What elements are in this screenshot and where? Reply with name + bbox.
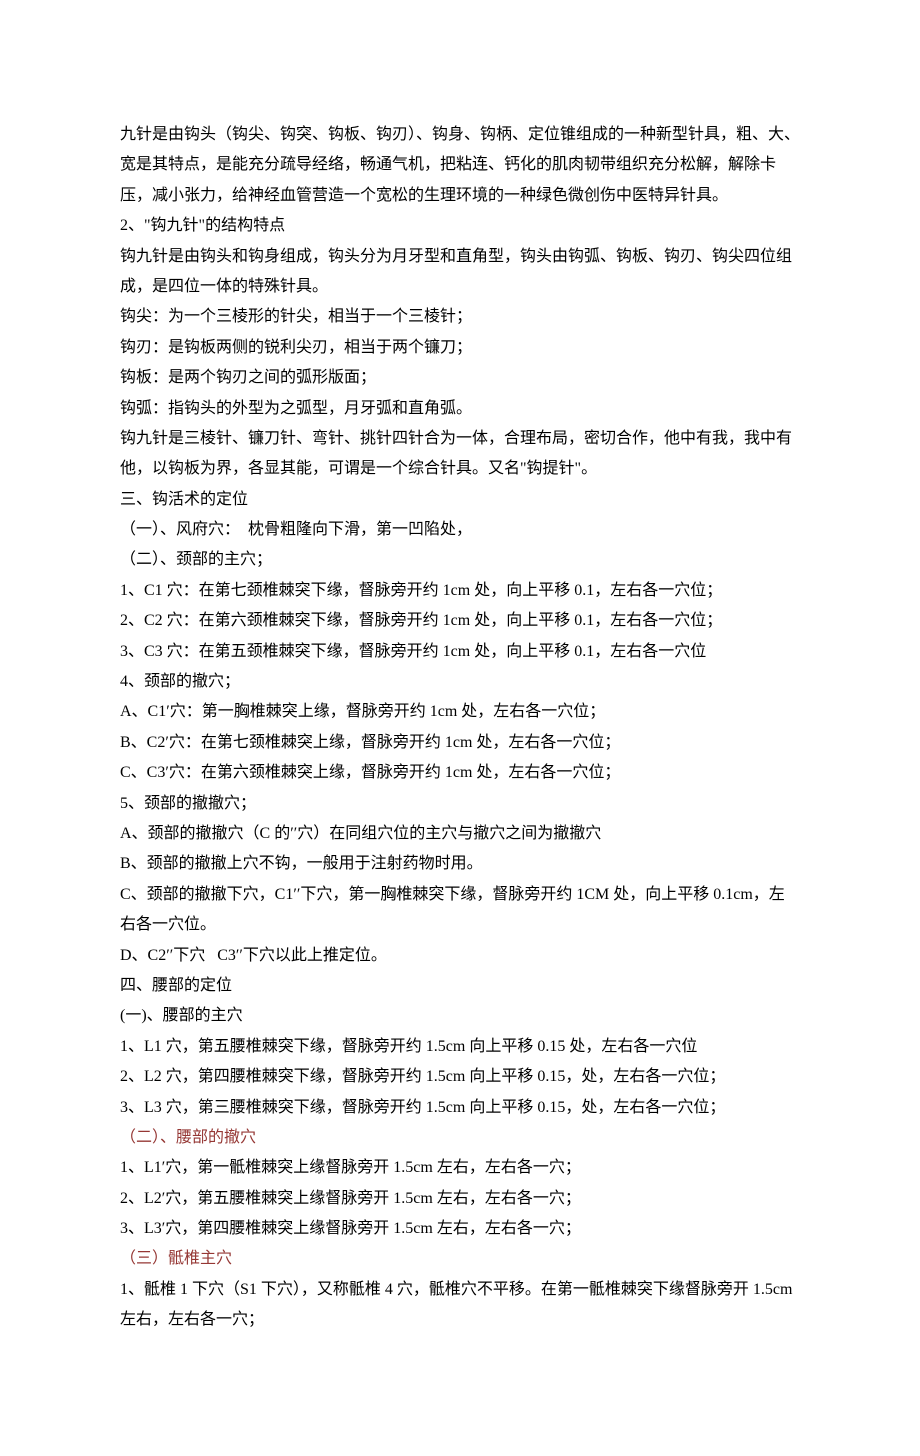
text-line: 1、骶椎 1 下穴（S1 下穴），又称骶椎 4 穴，骶椎穴不平移。在第一骶椎棘突…: [120, 1275, 800, 1336]
text-line: (一)、腰部的主穴: [120, 1001, 800, 1031]
text-line: 2、L2′穴，第五腰椎棘突上缘督脉旁开 1.5cm 左右，左右各一穴；: [120, 1184, 800, 1214]
text-line: B、颈部的撤撤上穴不钩，一般用于注射药物时用。: [120, 849, 800, 879]
text-line: A、C1′穴：第一胸椎棘突上缘，督脉旁开约 1cm 处，左右各一穴位；: [120, 697, 800, 727]
text-line: 2、C2 穴：在第六颈椎棘突下缘，督脉旁开约 1cm 处，向上平移 0.1，左右…: [120, 606, 800, 636]
text-line: （二）、腰部的撤穴: [120, 1123, 800, 1153]
text-line: 3、L3 穴，第三腰椎棘突下缘，督脉旁开约 1.5cm 向上平移 0.15，处，…: [120, 1093, 800, 1123]
text-line: 钩九针是由钩头和钩身组成，钩头分为月牙型和直角型，钩头由钩弧、钩板、钩刃、钩尖四…: [120, 242, 800, 303]
text-line: 三、钩活术的定位: [120, 485, 800, 515]
document-page: 九针是由钩头（钩尖、钩突、钩板、钩刃）、钩身、钩柄、定位锥组成的一种新型针具，粗…: [0, 0, 920, 1456]
text-line: 1、L1 穴，第五腰椎棘突下缘，督脉旁开约 1.5cm 向上平移 0.15 处，…: [120, 1032, 800, 1062]
text-line: B、C2′穴：在第七颈椎棘突上缘，督脉旁开约 1cm 处，左右各一穴位；: [120, 728, 800, 758]
text-line: 3、C3 穴：在第五颈椎棘突下缘，督脉旁开约 1cm 处，向上平移 0.1，左右…: [120, 637, 800, 667]
text-line: 2、"钩九针"的结构特点: [120, 211, 800, 241]
text-line: （二）、颈部的主穴；: [120, 545, 800, 575]
text-line: 5、颈部的撤撤穴；: [120, 789, 800, 819]
text-line: D、C2′′下穴 C3′′下穴以此上推定位。: [120, 941, 800, 971]
text-line: 4、颈部的撤穴；: [120, 667, 800, 697]
text-line: 四、腰部的定位: [120, 971, 800, 1001]
text-line: 1、L1′穴，第一骶椎棘突上缘督脉旁开 1.5cm 左右，左右各一穴；: [120, 1153, 800, 1183]
document-body: 九针是由钩头（钩尖、钩突、钩板、钩刃）、钩身、钩柄、定位锥组成的一种新型针具，粗…: [120, 120, 800, 1336]
text-line: 钩尖：为一个三棱形的针尖，相当于一个三棱针；: [120, 302, 800, 332]
text-line: A、颈部的撤撤穴（C 的′′穴）在同组穴位的主穴与撤穴之间为撤撤穴: [120, 819, 800, 849]
text-line: 钩弧：指钩头的外型为之弧型，月牙弧和直角弧。: [120, 394, 800, 424]
text-line: 钩板：是两个钩刃之间的弧形版面；: [120, 363, 800, 393]
text-line: 钩刃：是钩板两侧的锐利尖刃，相当于两个镰刀；: [120, 333, 800, 363]
text-line: 3、L3′穴，第四腰椎棘突上缘督脉旁开 1.5cm 左右，左右各一穴；: [120, 1214, 800, 1244]
text-line: 九针是由钩头（钩尖、钩突、钩板、钩刃）、钩身、钩柄、定位锥组成的一种新型针具，粗…: [120, 120, 800, 211]
text-line: C、C3′穴：在第六颈椎棘突上缘，督脉旁开约 1cm 处，左右各一穴位；: [120, 758, 800, 788]
text-line: 2、L2 穴，第四腰椎棘突下缘，督脉旁开约 1.5cm 向上平移 0.15，处，…: [120, 1062, 800, 1092]
text-line: 1、C1 穴：在第七颈椎棘突下缘，督脉旁开约 1cm 处，向上平移 0.1，左右…: [120, 576, 800, 606]
text-line: （三）骶椎主穴: [120, 1244, 800, 1274]
text-line: （一）、风府穴： 枕骨粗隆向下滑，第一凹陷处，: [120, 515, 800, 545]
text-line: 钩九针是三棱针、镰刀针、弯针、挑针四针合为一体，合理布局，密切合作，他中有我，我…: [120, 424, 800, 485]
text-line: C、颈部的撤撤下穴，C1′′下穴，第一胸椎棘突下缘，督脉旁开约 1CM 处，向上…: [120, 880, 800, 941]
